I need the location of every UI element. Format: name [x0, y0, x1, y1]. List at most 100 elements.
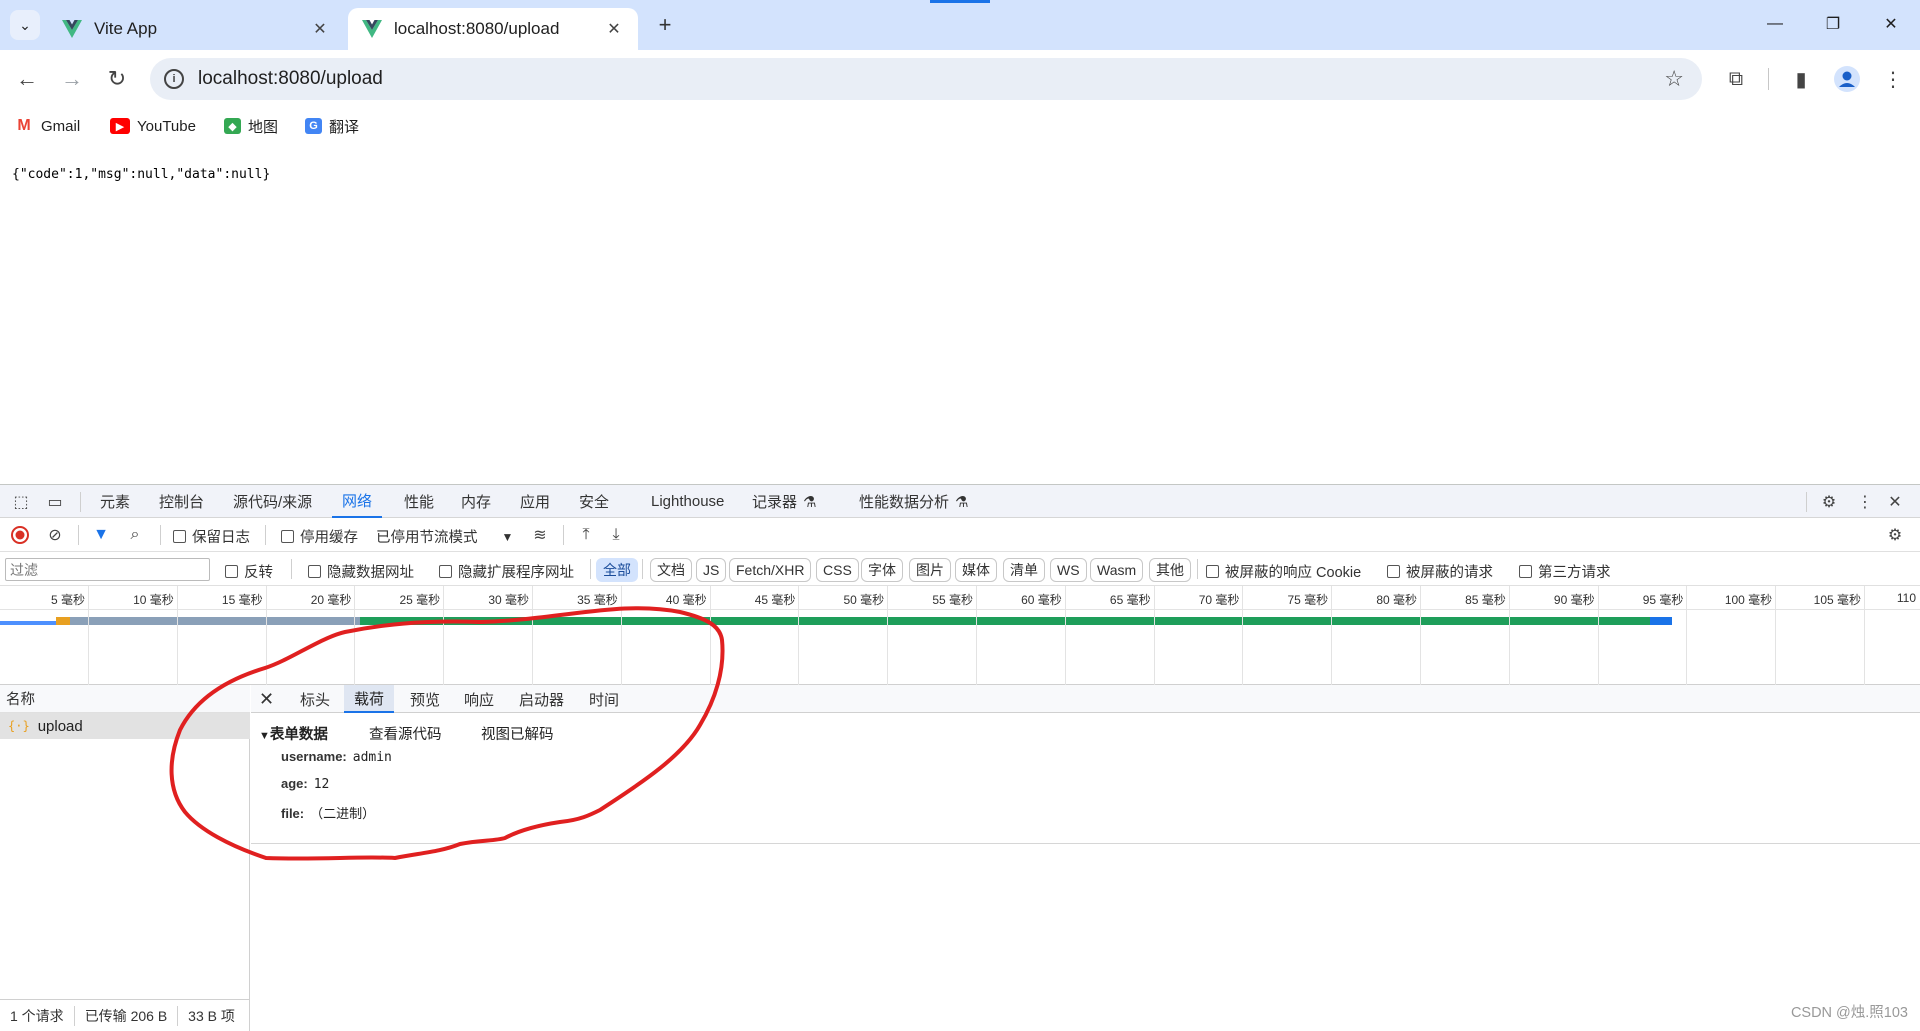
- hide-data-urls-checkbox[interactable]: 隐藏数据网址: [308, 561, 414, 582]
- devtools-tab-performance[interactable]: 性能: [404, 485, 434, 518]
- bookmark-translate[interactable]: G 翻译: [305, 114, 359, 138]
- timeline-gridline: [1864, 586, 1865, 685]
- tab-label: 性能: [404, 494, 435, 511]
- tab-upload[interactable]: localhost:8080/upload ✕: [348, 8, 638, 50]
- detail-tab-response[interactable]: 响应: [464, 685, 494, 713]
- invert-checkbox[interactable]: 反转: [225, 561, 273, 582]
- search-icon[interactable]: ⌕: [124, 524, 146, 546]
- import-har-icon[interactable]: ⤒: [575, 524, 597, 546]
- type-filter-manifest[interactable]: 清单: [1003, 558, 1045, 582]
- bookmark-youtube[interactable]: ▶ YouTube: [110, 114, 196, 138]
- bookmark-star-icon[interactable]: ☆: [1664, 66, 1684, 92]
- hide-extension-urls-checkbox[interactable]: 隐藏扩展程序网址: [439, 561, 574, 582]
- type-filter-ws[interactable]: WS: [1050, 558, 1087, 582]
- restore-button[interactable]: ❐: [1810, 8, 1856, 40]
- bookmark-label: 翻译: [329, 118, 360, 136]
- new-tab-button[interactable]: +: [652, 12, 678, 38]
- type-filter-media[interactable]: 媒体: [955, 558, 997, 582]
- blocked-requests-checkbox[interactable]: 被屏蔽的请求: [1387, 561, 1493, 582]
- tab-search-button[interactable]: ⌄: [10, 10, 40, 40]
- record-stop-icon[interactable]: [9, 524, 31, 546]
- devtools-tab-recorder[interactable]: 记录器 ⚗: [752, 485, 816, 518]
- extensions-icon[interactable]: ⧉: [1721, 64, 1751, 94]
- network-conditions-icon[interactable]: ≋: [529, 524, 551, 546]
- devtools-tab-network[interactable]: 网络: [332, 485, 383, 518]
- type-filter-img[interactable]: 图片: [909, 558, 951, 582]
- detail-tab-preview[interactable]: 预览: [410, 685, 440, 713]
- filter-input[interactable]: 过滤: [5, 558, 210, 581]
- devtools-tab-console[interactable]: 控制台: [159, 485, 204, 518]
- checkbox-box: [225, 565, 238, 578]
- type-filter-wasm[interactable]: Wasm: [1090, 558, 1144, 582]
- back-button[interactable]: ←: [10, 62, 44, 96]
- devtools-tab-security[interactable]: 安全: [579, 485, 609, 518]
- close-devtools-icon[interactable]: ✕: [1884, 491, 1906, 513]
- type-filter-other[interactable]: 其他: [1149, 558, 1191, 582]
- detail-tab-timing[interactable]: 时间: [589, 685, 619, 713]
- address-bar[interactable]: i localhost:8080/upload ☆: [150, 58, 1702, 100]
- youtube-icon: ▶: [110, 118, 130, 134]
- timeline-tick-label: 80 毫秒: [1376, 593, 1417, 607]
- maps-icon: ◆: [224, 118, 241, 134]
- bookmark-gmail[interactable]: M Gmail: [14, 114, 80, 138]
- more-options-icon[interactable]: ⋮: [1854, 491, 1876, 513]
- tab-label: 网络: [342, 493, 373, 510]
- devtools-tab-application[interactable]: 应用: [520, 485, 550, 518]
- type-filter-css[interactable]: CSS: [816, 558, 859, 582]
- inspect-element-icon[interactable]: ⬚: [10, 491, 32, 513]
- close-icon[interactable]: ✕: [310, 19, 330, 39]
- detail-tab-headers[interactable]: 标头: [300, 685, 330, 713]
- view-source-link[interactable]: 查看源代码: [369, 723, 442, 744]
- devtools-tab-lighthouse[interactable]: Lighthouse: [651, 485, 724, 518]
- export-har-icon[interactable]: ⤓: [605, 524, 627, 546]
- site-info-icon[interactable]: i: [164, 69, 184, 89]
- network-timeline-overview[interactable]: 5 毫秒 10 毫秒 15 毫秒 20 毫秒 25 毫秒 30 毫秒 35 毫秒 40 毫秒 4…: [0, 586, 1920, 685]
- devtools-tab-memory[interactable]: 内存: [461, 485, 491, 518]
- type-filter-all[interactable]: 全部: [596, 558, 638, 582]
- type-filter-font[interactable]: 字体: [861, 558, 903, 582]
- reload-icon: ↻: [107, 66, 127, 91]
- type-filter-doc[interactable]: 文档: [650, 558, 692, 582]
- disable-cache-checkbox[interactable]: 停用缓存: [281, 526, 358, 547]
- type-filter-fetch-xhr[interactable]: Fetch/XHR: [729, 558, 812, 582]
- clear-icon[interactable]: ⊘: [44, 524, 66, 546]
- tab-label: 标头: [300, 691, 331, 709]
- throttle-select[interactable]: 已停用节流模式 ▼: [376, 526, 513, 547]
- devtools-tab-sources[interactable]: 源代码/来源: [233, 485, 312, 518]
- request-row-upload[interactable]: {·} upload: [0, 713, 250, 739]
- field-value: 12: [313, 777, 330, 792]
- detail-tab-payload[interactable]: 载荷: [344, 685, 395, 713]
- settings-gear-icon[interactable]: ⚙: [1818, 491, 1840, 513]
- bookmark-maps[interactable]: ◆ 地图: [224, 114, 278, 138]
- name-column-header[interactable]: 名称: [0, 685, 250, 713]
- checkbox-box: [173, 530, 186, 543]
- profile-icon[interactable]: [1832, 64, 1862, 94]
- reload-button[interactable]: ↻: [100, 62, 134, 96]
- filter-bar: 过滤 反转 隐藏数据网址 隐藏扩展程序网址 全部 文档 JS Fetch/XHR…: [0, 552, 1920, 586]
- blocked-cookies-checkbox[interactable]: 被屏蔽的响应 Cookie: [1206, 561, 1361, 582]
- checkbox-label: 被屏蔽的请求: [1406, 565, 1493, 581]
- devtools-tab-elements[interactable]: 元素: [100, 485, 130, 518]
- close-detail-icon[interactable]: ✕: [259, 685, 274, 713]
- window-close-button[interactable]: ✕: [1868, 8, 1914, 40]
- detail-tab-initiator[interactable]: 启动器: [519, 685, 564, 713]
- network-settings-gear-icon[interactable]: ⚙: [1884, 524, 1906, 546]
- form-data-section-toggle[interactable]: ▼表单数据: [259, 723, 328, 744]
- side-panel-icon[interactable]: ▮: [1786, 64, 1816, 94]
- devtools-tab-performance-insights[interactable]: 性能数据分析 ⚗: [859, 485, 968, 518]
- menu-kebab-icon[interactable]: ⋮: [1878, 64, 1908, 94]
- checkbox-label: 隐藏扩展程序网址: [458, 565, 574, 581]
- tab-vite-app[interactable]: Vite App ✕: [48, 8, 344, 50]
- third-party-checkbox[interactable]: 第三方请求: [1519, 561, 1611, 582]
- close-icon[interactable]: ✕: [604, 19, 624, 39]
- preserve-log-checkbox[interactable]: 保留日志: [173, 526, 250, 547]
- separator: [78, 525, 79, 545]
- forward-button[interactable]: →: [55, 62, 89, 96]
- minimize-button[interactable]: —: [1752, 8, 1798, 40]
- view-decoded-link[interactable]: 视图已解码: [481, 723, 554, 744]
- separator: [160, 525, 161, 545]
- type-filter-js[interactable]: JS: [696, 558, 727, 582]
- filter-icon[interactable]: ▼: [90, 524, 112, 546]
- device-toolbar-icon[interactable]: ▭: [44, 491, 66, 513]
- resources-size: 33 B 项: [188, 1007, 235, 1024]
